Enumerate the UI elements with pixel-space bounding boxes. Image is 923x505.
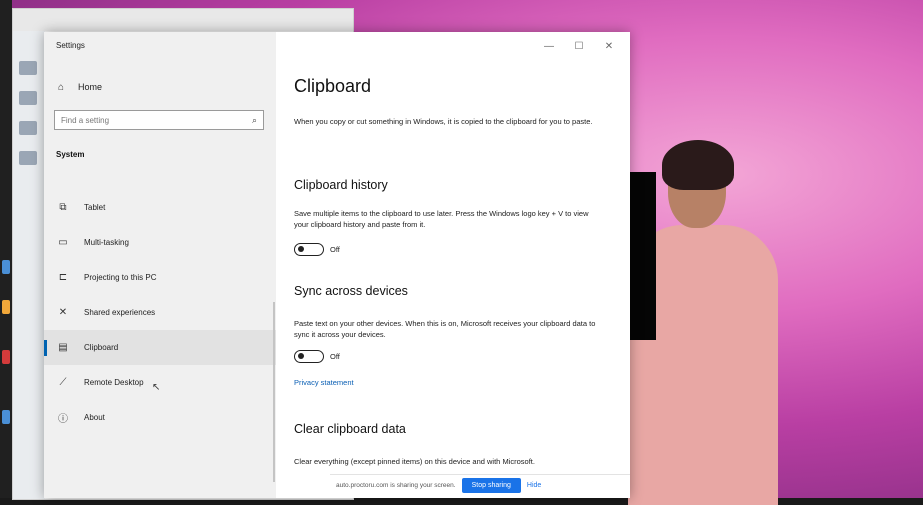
page-title: Clipboard	[294, 76, 372, 96]
folder-icon	[19, 151, 37, 165]
dark-panel	[628, 172, 656, 340]
clipboard-history-toggle[interactable]	[294, 243, 324, 256]
nav-item-about[interactable]: ⓘ About	[44, 400, 276, 435]
home-label: Home	[78, 82, 103, 92]
nav-item-projecting[interactable]: ⊏ Projecting to this PC	[44, 260, 276, 295]
nav-item-label: Multi-tasking	[84, 238, 129, 247]
hide-button[interactable]: Hide	[527, 482, 541, 489]
maximize-button[interactable]: ☐	[564, 36, 594, 56]
home-nav-item[interactable]: ⌂ Home	[54, 78, 264, 96]
nav-list: ⧉ Tablet ▭ Multi-tasking ⊏ Projecting to…	[44, 190, 276, 435]
shared-experiences-icon: ✕	[58, 307, 68, 318]
app-icon[interactable]	[2, 410, 10, 424]
page-intro: When you copy or cut something in Window…	[294, 117, 593, 126]
nav-item-label: Remote Desktop	[84, 378, 144, 387]
app-icon[interactable]	[2, 350, 10, 364]
folder-icon	[19, 61, 37, 75]
title-bar[interactable]: Settings — ☐ ✕	[44, 32, 630, 62]
find-setting-search[interactable]: ⌕	[54, 110, 264, 130]
settings-window: ⌂ Home ⌕ System ⧉ Tablet ▭ Multi-tasking…	[44, 32, 630, 498]
app-icon[interactable]	[2, 260, 10, 274]
toggle-state-label: Off	[330, 352, 340, 361]
home-icon: ⌂	[57, 81, 65, 93]
window-controls: — ☐ ✕	[534, 36, 624, 56]
projecting-icon: ⊏	[58, 272, 68, 283]
multitasking-icon: ▭	[58, 237, 68, 248]
window-title: Settings	[56, 41, 85, 50]
nav-item-label: Clipboard	[84, 343, 119, 352]
search-icon[interactable]: ⌕	[252, 115, 257, 126]
sync-heading: Sync across devices	[294, 284, 408, 298]
share-message: auto.proctoru.com is sharing your screen…	[336, 482, 456, 489]
sync-toggle[interactable]	[294, 350, 324, 363]
sync-description: Paste text on your other devices. When t…	[294, 319, 596, 339]
close-button[interactable]: ✕	[594, 36, 624, 56]
screen-share-bar: auto.proctoru.com is sharing your screen…	[330, 474, 630, 496]
tablet-icon: ⧉	[59, 202, 67, 213]
remote-desktop-icon: ⟋	[59, 377, 67, 388]
clipboard-history-toggle-row: Off	[294, 243, 340, 256]
folder-icon	[19, 121, 37, 135]
nav-scrollbar[interactable]	[273, 302, 275, 482]
search-input[interactable]	[61, 115, 252, 125]
mouse-cursor-icon: ↖	[152, 382, 161, 393]
clear-clipboard-description: Clear everything (except pinned items) o…	[294, 457, 535, 466]
clear-clipboard-heading: Clear clipboard data	[294, 422, 406, 436]
nav-item-label: Projecting to this PC	[84, 273, 157, 282]
minimize-button[interactable]: —	[534, 36, 564, 56]
left-taskbar	[0, 0, 12, 498]
section-label-system: System	[56, 150, 85, 159]
nav-item-multitasking[interactable]: ▭ Multi-tasking	[44, 225, 276, 260]
clipboard-history-description: Save multiple items to the clipboard to …	[294, 209, 589, 229]
about-icon: ⓘ	[58, 414, 68, 425]
clipboard-icon: ▤	[58, 342, 68, 353]
toggle-state-label: Off	[330, 245, 340, 254]
nav-item-clipboard[interactable]: ▤ Clipboard	[44, 330, 276, 365]
nav-item-shared-experiences[interactable]: ✕ Shared experiences	[44, 295, 276, 330]
privacy-statement-link[interactable]: Privacy statement	[294, 378, 354, 387]
clipboard-history-heading: Clipboard history	[294, 178, 388, 192]
nav-item-label: Tablet	[84, 203, 106, 212]
stop-sharing-button[interactable]: Stop sharing	[461, 478, 521, 493]
folder-icon	[19, 91, 37, 105]
sync-toggle-row: Off	[294, 350, 340, 363]
settings-nav-pane: ⌂ Home ⌕ System ⧉ Tablet ▭ Multi-tasking…	[44, 32, 276, 498]
nav-item-tablet[interactable]: ⧉ Tablet	[44, 190, 276, 225]
app-icon[interactable]	[2, 300, 10, 314]
nav-item-label: Shared experiences	[84, 308, 156, 317]
nav-item-label: About	[84, 413, 105, 422]
